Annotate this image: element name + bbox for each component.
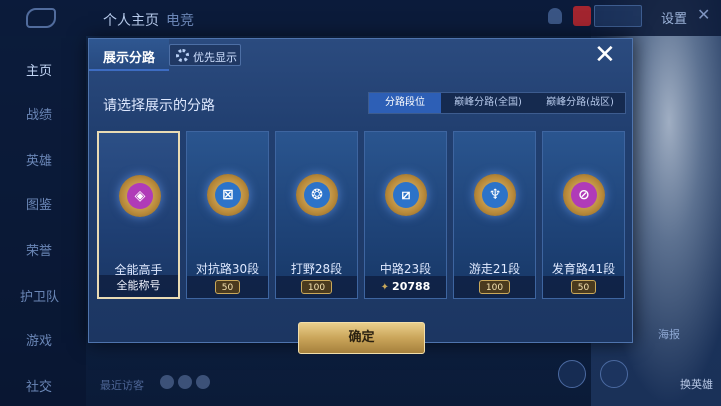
card-footer: ✦ 20788 [365,276,446,298]
filter-tab-peak-region[interactable]: 巅峰分路(战区) [535,93,625,113]
route-card-jungle[interactable]: ❂ 打野28段 100 [275,131,358,299]
route-card-mid-lane[interactable]: ⧄ 中路23段 ✦ 20788 [364,131,447,299]
sidebar-item-record[interactable]: 战绩 [26,104,52,123]
sidebar-item-games[interactable]: 游戏 [26,330,52,349]
card-label: 中路23段 [379,262,432,276]
close-icon[interactable]: ✕ [594,42,616,68]
rank-pill: 50 [570,280,597,294]
jungle-icon: ❂ [304,182,330,208]
recent-visitors-label: 最近访客 [100,379,144,392]
card-footer: 100 [454,276,535,298]
visitor-avatar[interactable] [160,375,174,389]
filter-tab-peak-national[interactable]: 巅峰分路(全国) [443,93,533,113]
card-footer: 50 [543,276,624,298]
home-circle-icon[interactable] [558,360,586,388]
power-icon: ✦ [380,282,390,293]
filter-tab-rank[interactable]: 分路段位 [369,93,441,113]
card-footer: 50 [187,276,268,298]
priority-display-button[interactable]: 优先显示 [169,44,241,66]
all-round-icon: ◈ [127,183,153,209]
user-info-box[interactable] [594,5,642,27]
visitor-avatar[interactable] [196,375,210,389]
sidebar-item-honor[interactable]: 荣誉 [26,240,52,259]
power-value: 20788 [392,280,431,293]
rank-badge: ◈ [119,175,161,217]
select-prompt: 请选择展示的分路 [103,98,215,114]
switch-hero-button[interactable]: 换英雄 [680,376,713,392]
roam-icon: ♆ [482,182,508,208]
rank-pill: 50 [214,280,241,294]
card-label: 游走21段 [468,262,521,276]
sidebar-item-guard[interactable]: 护卫队 [20,286,59,305]
rank-pill: 100 [478,280,511,294]
confirm-button[interactable]: 确定 [298,322,425,354]
rank-badge: ⧄ [385,174,427,216]
farm-lane-icon: ⊘ [571,182,597,208]
card-label: 打野28段 [290,262,343,276]
card-label: 发育路41段 [551,262,616,276]
route-card-clash-lane[interactable]: ⊠ 对抗路30段 50 [186,131,269,299]
rank-badge: ⊘ [563,174,605,216]
route-card-farm-lane[interactable]: ⊘ 发育路41段 50 [542,131,625,299]
gear-icon [176,49,189,62]
route-card-roam[interactable]: ♆ 游走21段 100 [453,131,536,299]
mid-lane-icon: ⧄ [393,182,419,208]
top-bar: 个人主页 电竞 设置 ✕ [0,0,721,36]
visitor-avatar[interactable] [178,375,192,389]
sidebar-item-social[interactable]: 社交 [26,376,52,395]
dialog-header: 展示分路 优先显示 ✕ [89,39,634,71]
rank-badge: ❂ [296,174,338,216]
game-logo-icon [26,8,56,28]
dialog-title-tab: 展示分路 [89,39,169,71]
rank-pill: 100 [300,280,333,294]
route-card-all-round[interactable]: ◈ 全能高手 全能称号 [97,131,180,299]
tab-profile[interactable]: 个人主页 [103,10,159,30]
card-footer: 100 [276,276,357,298]
card-footer: 全能称号 [99,275,178,297]
play-circle-icon[interactable] [600,360,628,388]
sidebar: 主页 战绩 英雄 图鉴 荣誉 护卫队 游戏 社交 [0,36,86,406]
priority-label: 优先显示 [193,51,237,64]
sidebar-item-codex[interactable]: 图鉴 [26,194,52,213]
dialog-title: 展示分路 [103,51,156,66]
sidebar-item-heroes[interactable]: 英雄 [26,150,52,169]
settings-button[interactable]: 设置 [661,8,687,27]
top-close-icon[interactable]: ✕ [697,5,710,24]
filter-tabs: 分路段位 巅峰分路(全国) 巅峰分路(战区) [368,92,626,114]
clash-lane-icon: ⊠ [215,182,241,208]
rank-badge: ♆ [474,174,516,216]
card-label: 对抗路30段 [195,262,260,276]
user-icon[interactable] [548,8,562,24]
poster-label[interactable]: 海报 [658,326,680,342]
red-badge-icon[interactable] [573,6,591,26]
title-text: 全能称号 [116,279,161,292]
rank-badge: ⊠ [207,174,249,216]
tab-esports[interactable]: 电竞 [166,10,194,30]
sidebar-item-home[interactable]: 主页 [26,60,52,79]
route-display-dialog: 展示分路 优先显示 ✕ 请选择展示的分路 分路段位 巅峰分路(全国) 巅峰分路(… [88,38,634,354]
